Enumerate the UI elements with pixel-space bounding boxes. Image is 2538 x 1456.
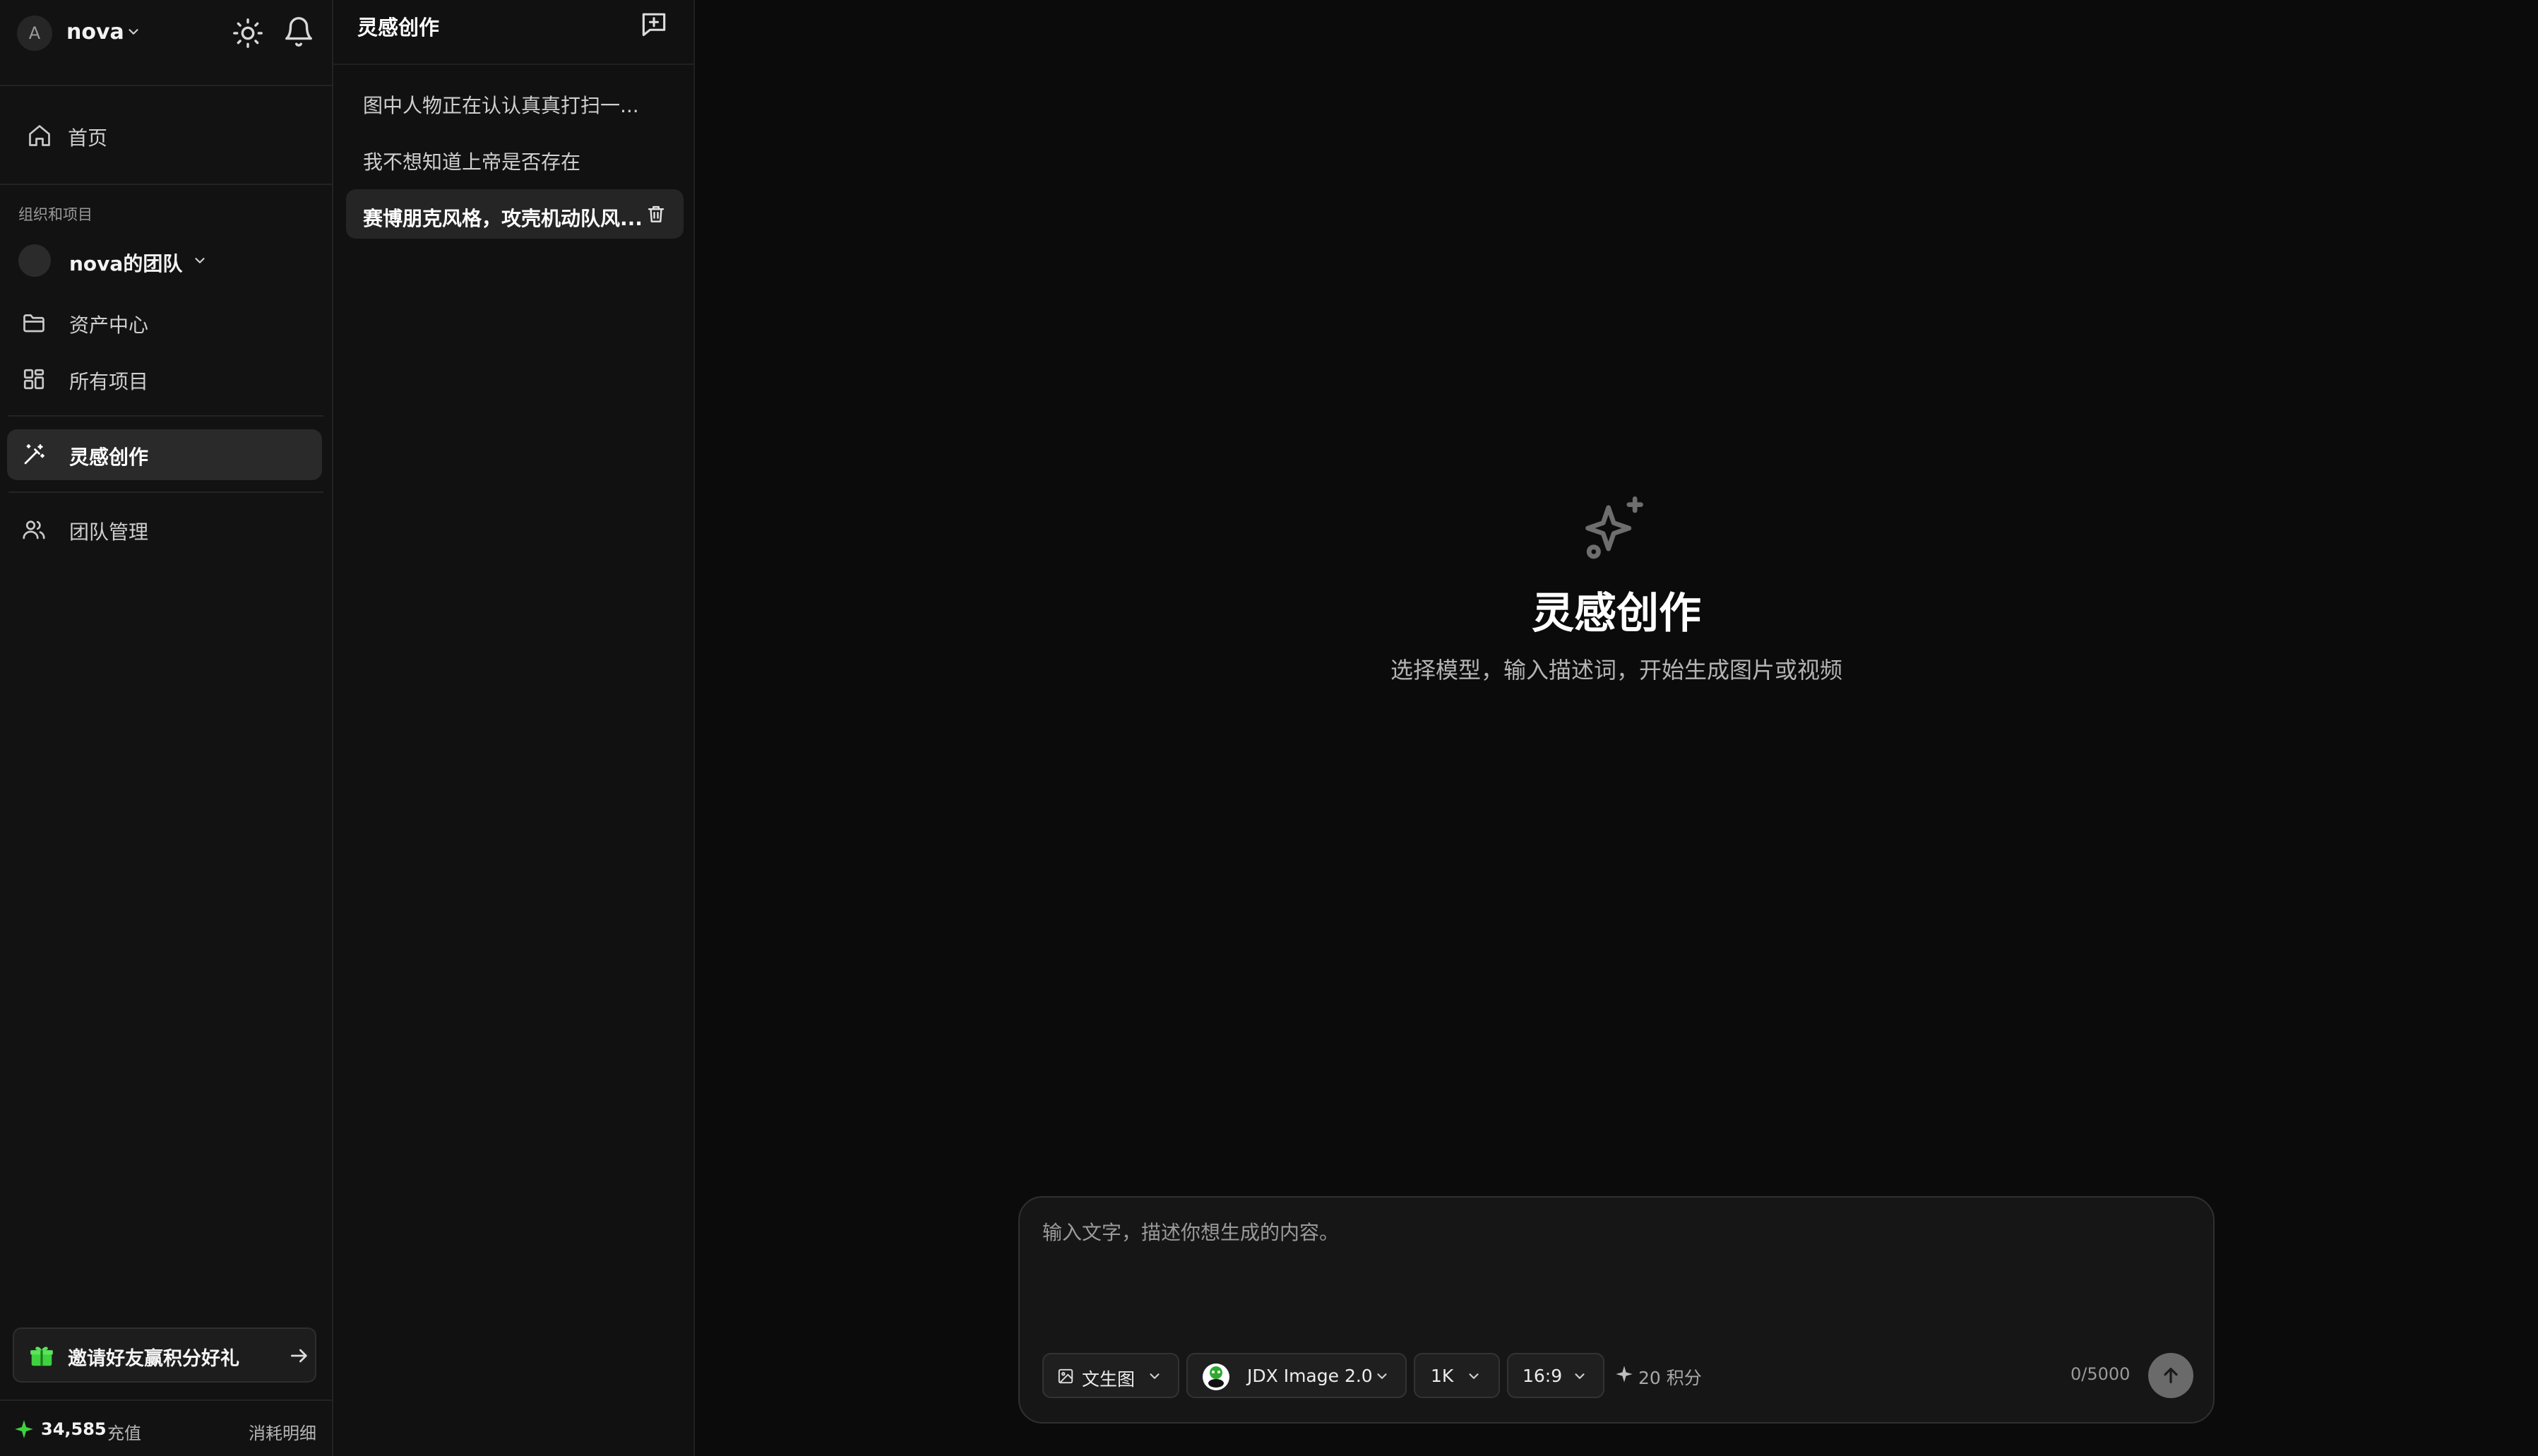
credits-bar: 34,585 充值 消耗明细: [0, 1400, 332, 1456]
invite-label: 邀请好友赢积分好礼: [68, 1348, 239, 1370]
cost-label: 20 积分: [1638, 1368, 1702, 1388]
sparkles-icon: [1579, 493, 1650, 563]
sidebar-item-label: 灵感创作: [69, 446, 149, 469]
usage-details-link[interactable]: 消耗明细: [249, 1419, 316, 1444]
send-button[interactable]: [2148, 1353, 2193, 1398]
conversation-item[interactable]: 我不想知道上帝是否存在: [346, 133, 684, 182]
sidebar-item-team[interactable]: 团队管理: [0, 504, 315, 555]
aspect-ratio-select[interactable]: 16:9: [1507, 1353, 1604, 1398]
conversation-panel: 灵感创作 图中人物正在认认真真打扫一... 我不想知道上帝是否存在 赛博朋克风格…: [333, 0, 695, 1456]
page-subtitle: 选择模型，输入描述词，开始生成图片或视频: [1390, 657, 1842, 684]
team-name: nova的团队: [69, 252, 183, 275]
home-icon: [27, 123, 52, 148]
sidebar-item-label: 团队管理: [69, 520, 149, 544]
chevron-down-icon: [1147, 1368, 1162, 1387]
chevron-down-icon: [1466, 1368, 1482, 1387]
mode-select[interactable]: 文生图: [1042, 1353, 1179, 1398]
section-label: 组织和项目: [18, 206, 93, 223]
resolution-label: 1K: [1431, 1366, 1454, 1386]
sidebar-item-projects[interactable]: 所有项目: [0, 354, 315, 405]
main-area: 灵感创作 选择模型，输入描述词，开始生成图片或视频 文生图 JDX Image …: [695, 0, 2538, 1456]
avatar[interactable]: A: [17, 16, 52, 51]
image-icon: [1056, 1367, 1075, 1388]
aspect-ratio-label: 16:9: [1523, 1366, 1563, 1386]
chevron-down-icon[interactable]: [126, 24, 141, 42]
folder-icon: [21, 310, 47, 335]
model-logo-icon: [1202, 1363, 1230, 1394]
chevron-down-icon: [192, 253, 208, 271]
divider: [8, 491, 323, 493]
app-root: A nova 首页 组织和项目 nova的团队 资产中心 所有项目 灵感创作 团…: [0, 0, 2538, 1456]
sidebar-header: A nova: [0, 0, 332, 86]
sidebar-item-label: 所有项目: [69, 370, 149, 393]
divider: [8, 415, 323, 417]
grid-icon: [21, 366, 47, 392]
sidebar: A nova 首页 组织和项目 nova的团队 资产中心 所有项目 灵感创作 团…: [0, 0, 333, 1456]
credits-count: 34,585: [41, 1419, 107, 1439]
resolution-select[interactable]: 1K: [1414, 1353, 1500, 1398]
trash-icon[interactable]: [645, 203, 667, 225]
arrow-up-icon: [2164, 1368, 2178, 1383]
gift-icon: [28, 1342, 55, 1369]
model-select[interactable]: JDX Image 2.0: [1186, 1353, 1407, 1398]
prompt-composer: 文生图 JDX Image 2.0 1K: [1018, 1196, 2215, 1424]
prompt-input[interactable]: [1042, 1217, 2186, 1309]
conversation-item-label: 我不想知道上帝是否存在: [363, 150, 581, 174]
mode-label: 文生图: [1082, 1369, 1136, 1390]
invite-banner[interactable]: 邀请好友赢积分好礼: [13, 1327, 316, 1383]
character-counter: 0/5000: [2071, 1364, 2131, 1384]
team-switcher[interactable]: nova的团队: [18, 243, 315, 280]
sparkle-icon: [14, 1419, 34, 1439]
user-name[interactable]: nova: [66, 20, 124, 44]
sparkle-icon: [1614, 1364, 1634, 1384]
theme-toggle-sun-icon[interactable]: [232, 17, 264, 49]
sidebar-item-home[interactable]: 首页: [7, 110, 322, 161]
new-chat-icon[interactable]: [638, 8, 669, 40]
conversation-item[interactable]: 图中人物正在认认真真打扫一...: [346, 76, 684, 126]
bell-icon[interactable]: [282, 16, 315, 48]
page-title: 灵感创作: [1532, 589, 1701, 638]
conversation-item-label: 图中人物正在认认真真打扫一...: [363, 94, 639, 117]
magic-wand-icon: [21, 442, 47, 467]
conversation-item-active[interactable]: 赛博朋克风格，攻壳机动队风...: [346, 189, 684, 239]
sidebar-item-label: 首页: [68, 126, 108, 150]
conversation-item-label: 赛博朋克风格，攻壳机动队风...: [363, 207, 643, 230]
conversation-header: 灵感创作: [333, 0, 693, 65]
divider: [0, 184, 332, 185]
chevron-down-icon: [1374, 1368, 1390, 1387]
recharge-link[interactable]: 充值: [107, 1419, 141, 1444]
arrow-right-icon: [288, 1344, 311, 1367]
team-avatar: [18, 244, 51, 277]
chevron-down-icon: [1572, 1368, 1587, 1387]
users-icon: [21, 517, 47, 542]
sidebar-item-label: 资产中心: [69, 314, 149, 337]
sidebar-item-assets[interactable]: 资产中心: [0, 297, 315, 348]
sidebar-item-inspiration[interactable]: 灵感创作: [7, 429, 322, 480]
conversation-panel-title: 灵感创作: [357, 16, 440, 40]
model-label: JDX Image 2.0: [1247, 1366, 1373, 1386]
